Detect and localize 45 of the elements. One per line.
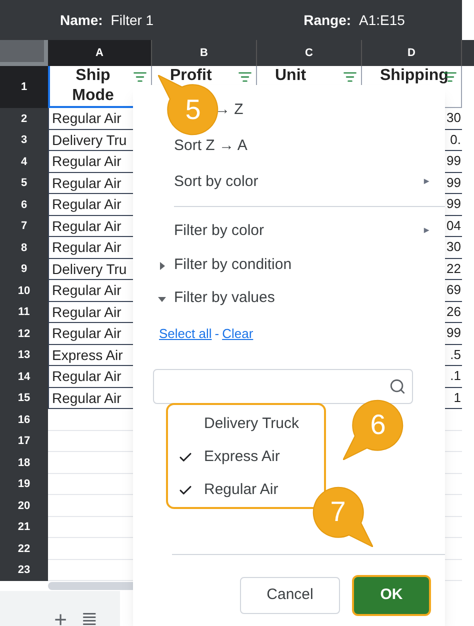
- row-number[interactable]: 18: [0, 452, 48, 474]
- row-number[interactable]: 20: [0, 495, 48, 516]
- row-number[interactable]: 22: [0, 538, 48, 560]
- range-label: Range:: [304, 10, 352, 30]
- add-sheet-button[interactable]: +: [54, 602, 67, 626]
- row-number[interactable]: 11: [0, 302, 48, 323]
- row-number[interactable]: 5: [0, 172, 48, 194]
- value-option[interactable]: Express Air: [178, 440, 280, 474]
- search-icon: [389, 378, 406, 394]
- callout-number: 6: [370, 411, 386, 439]
- menu-item[interactable]: Sort Z → A: [174, 134, 248, 158]
- row-number[interactable]: 9: [0, 258, 48, 280]
- row-number[interactable]: 12: [0, 323, 48, 344]
- row-number[interactable]: 10: [0, 280, 48, 302]
- ok-button[interactable]: OK: [354, 576, 429, 614]
- row-number[interactable]: 6: [0, 194, 48, 216]
- name-label: Name:: [60, 10, 103, 30]
- column-header[interactable]: A: [48, 40, 152, 66]
- row-number[interactable]: 1: [0, 66, 48, 108]
- row-number[interactable]: 2: [0, 108, 48, 130]
- cancel-button[interactable]: Cancel: [240, 576, 340, 614]
- row-number[interactable]: 19: [0, 474, 48, 495]
- range-value: A1:E15: [359, 10, 405, 30]
- sheet-list-button[interactable]: ≣: [81, 604, 98, 626]
- value-option[interactable]: Delivery Truck: [178, 408, 300, 440]
- row-number[interactable]: 14: [0, 366, 48, 388]
- row-number[interactable]: 13: [0, 344, 48, 366]
- row-number[interactable]: 17: [0, 430, 48, 452]
- clear-link[interactable]: Clear: [222, 324, 254, 344]
- callout-marker: [312, 486, 373, 547]
- row-number[interactable]: 23: [0, 560, 48, 581]
- row-number[interactable]: 16: [0, 409, 48, 430]
- row-number[interactable]: 3: [0, 130, 48, 151]
- row-number[interactable]: 4: [0, 151, 48, 172]
- callout-marker: [343, 400, 404, 460]
- row-number[interactable]: 15: [0, 388, 48, 409]
- callout-number: 7: [330, 498, 346, 526]
- select-all-link[interactable]: Select all: [159, 324, 212, 344]
- row-number[interactable]: 21: [0, 516, 48, 538]
- name-value: Filter 1: [110, 10, 154, 30]
- link-separator: -: [214, 325, 220, 343]
- row-number[interactable]: 7: [0, 216, 48, 237]
- corner-cell[interactable]: [0, 40, 48, 66]
- row-number[interactable]: 8: [0, 237, 48, 258]
- value-option[interactable]: Regular Air: [178, 474, 278, 506]
